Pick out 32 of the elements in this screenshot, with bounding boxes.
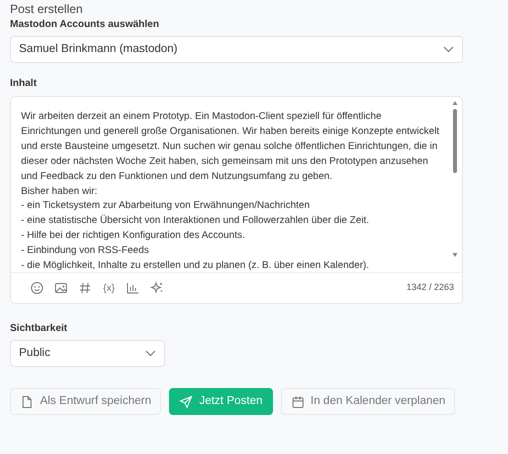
text-line: und Feedback zu den Funktionen und dem Nutzungsumfang zu geben. xyxy=(21,170,332,184)
file-icon xyxy=(20,394,34,408)
text-line: - die Möglichkeit, Inhalte zu erstellen und zu planen (z. B. über einen Kalender). xyxy=(21,259,370,272)
image-icon[interactable] xyxy=(54,281,68,295)
field-label: Inhalt xyxy=(10,77,38,90)
bar-chart-icon[interactable] xyxy=(126,281,140,295)
variable-button[interactable]: {x} xyxy=(103,280,115,296)
chevron-down-icon xyxy=(145,350,156,357)
visibility-select[interactable]: Public xyxy=(10,340,165,367)
text-line: Wir arbeiten derzeit an einem Prototyp. Ein Mastodon-Client speziell für öffentliche xyxy=(21,110,382,124)
post-button[interactable]: Jetzt Posten xyxy=(169,388,273,415)
text-line: - eine statistische Übersicht von Interaktionen und Followerzahlen über die Zeit. xyxy=(21,214,370,228)
draft-button[interactable]: Als Entwurf speichern xyxy=(10,388,162,415)
text-line: und erste Bausteine umgesetzt. Nun suchen wir genau solche öffentlichen Einrichtungen, die in xyxy=(21,140,438,154)
hash-icon[interactable] xyxy=(78,281,92,295)
field-label: Mastodon Accounts auswählen xyxy=(10,18,160,31)
calendar-icon xyxy=(290,394,305,408)
text-line: Bisher haben wir: xyxy=(21,184,98,199)
text-line: - Hilfe bei der richtigen Konfiguration des Accounts. xyxy=(21,229,245,244)
smiley-icon[interactable] xyxy=(30,281,44,295)
field-label: Sichtbarkeit xyxy=(10,322,68,335)
schedule-button[interactable]: In den Kalender verplanen xyxy=(280,388,456,415)
chevron-down-icon xyxy=(443,46,454,53)
text-line: - ein Ticketsystem zur Abarbeitung von Erwähnungen/Nachrichten xyxy=(21,199,310,214)
text-line: Einrichtungen und generell große Organisationen. Wir haben bereits einige Konzepte entwickelt xyxy=(21,124,440,139)
account-select[interactable]: Samuel Brinkmann (mastodon) xyxy=(10,36,463,63)
paper-plane-icon xyxy=(179,394,194,408)
character-counter: 1342 / 2263 xyxy=(406,281,454,294)
sparkle-icon[interactable] xyxy=(150,281,164,295)
page-title: Post erstellen xyxy=(10,2,84,17)
text-line: dieser oder nächsten Woche Zeit haben, sich gemeinsam mit uns den Prototypen anzusehen xyxy=(21,154,428,169)
text-line: - Einbindung von RSS-Feeds xyxy=(21,244,149,258)
